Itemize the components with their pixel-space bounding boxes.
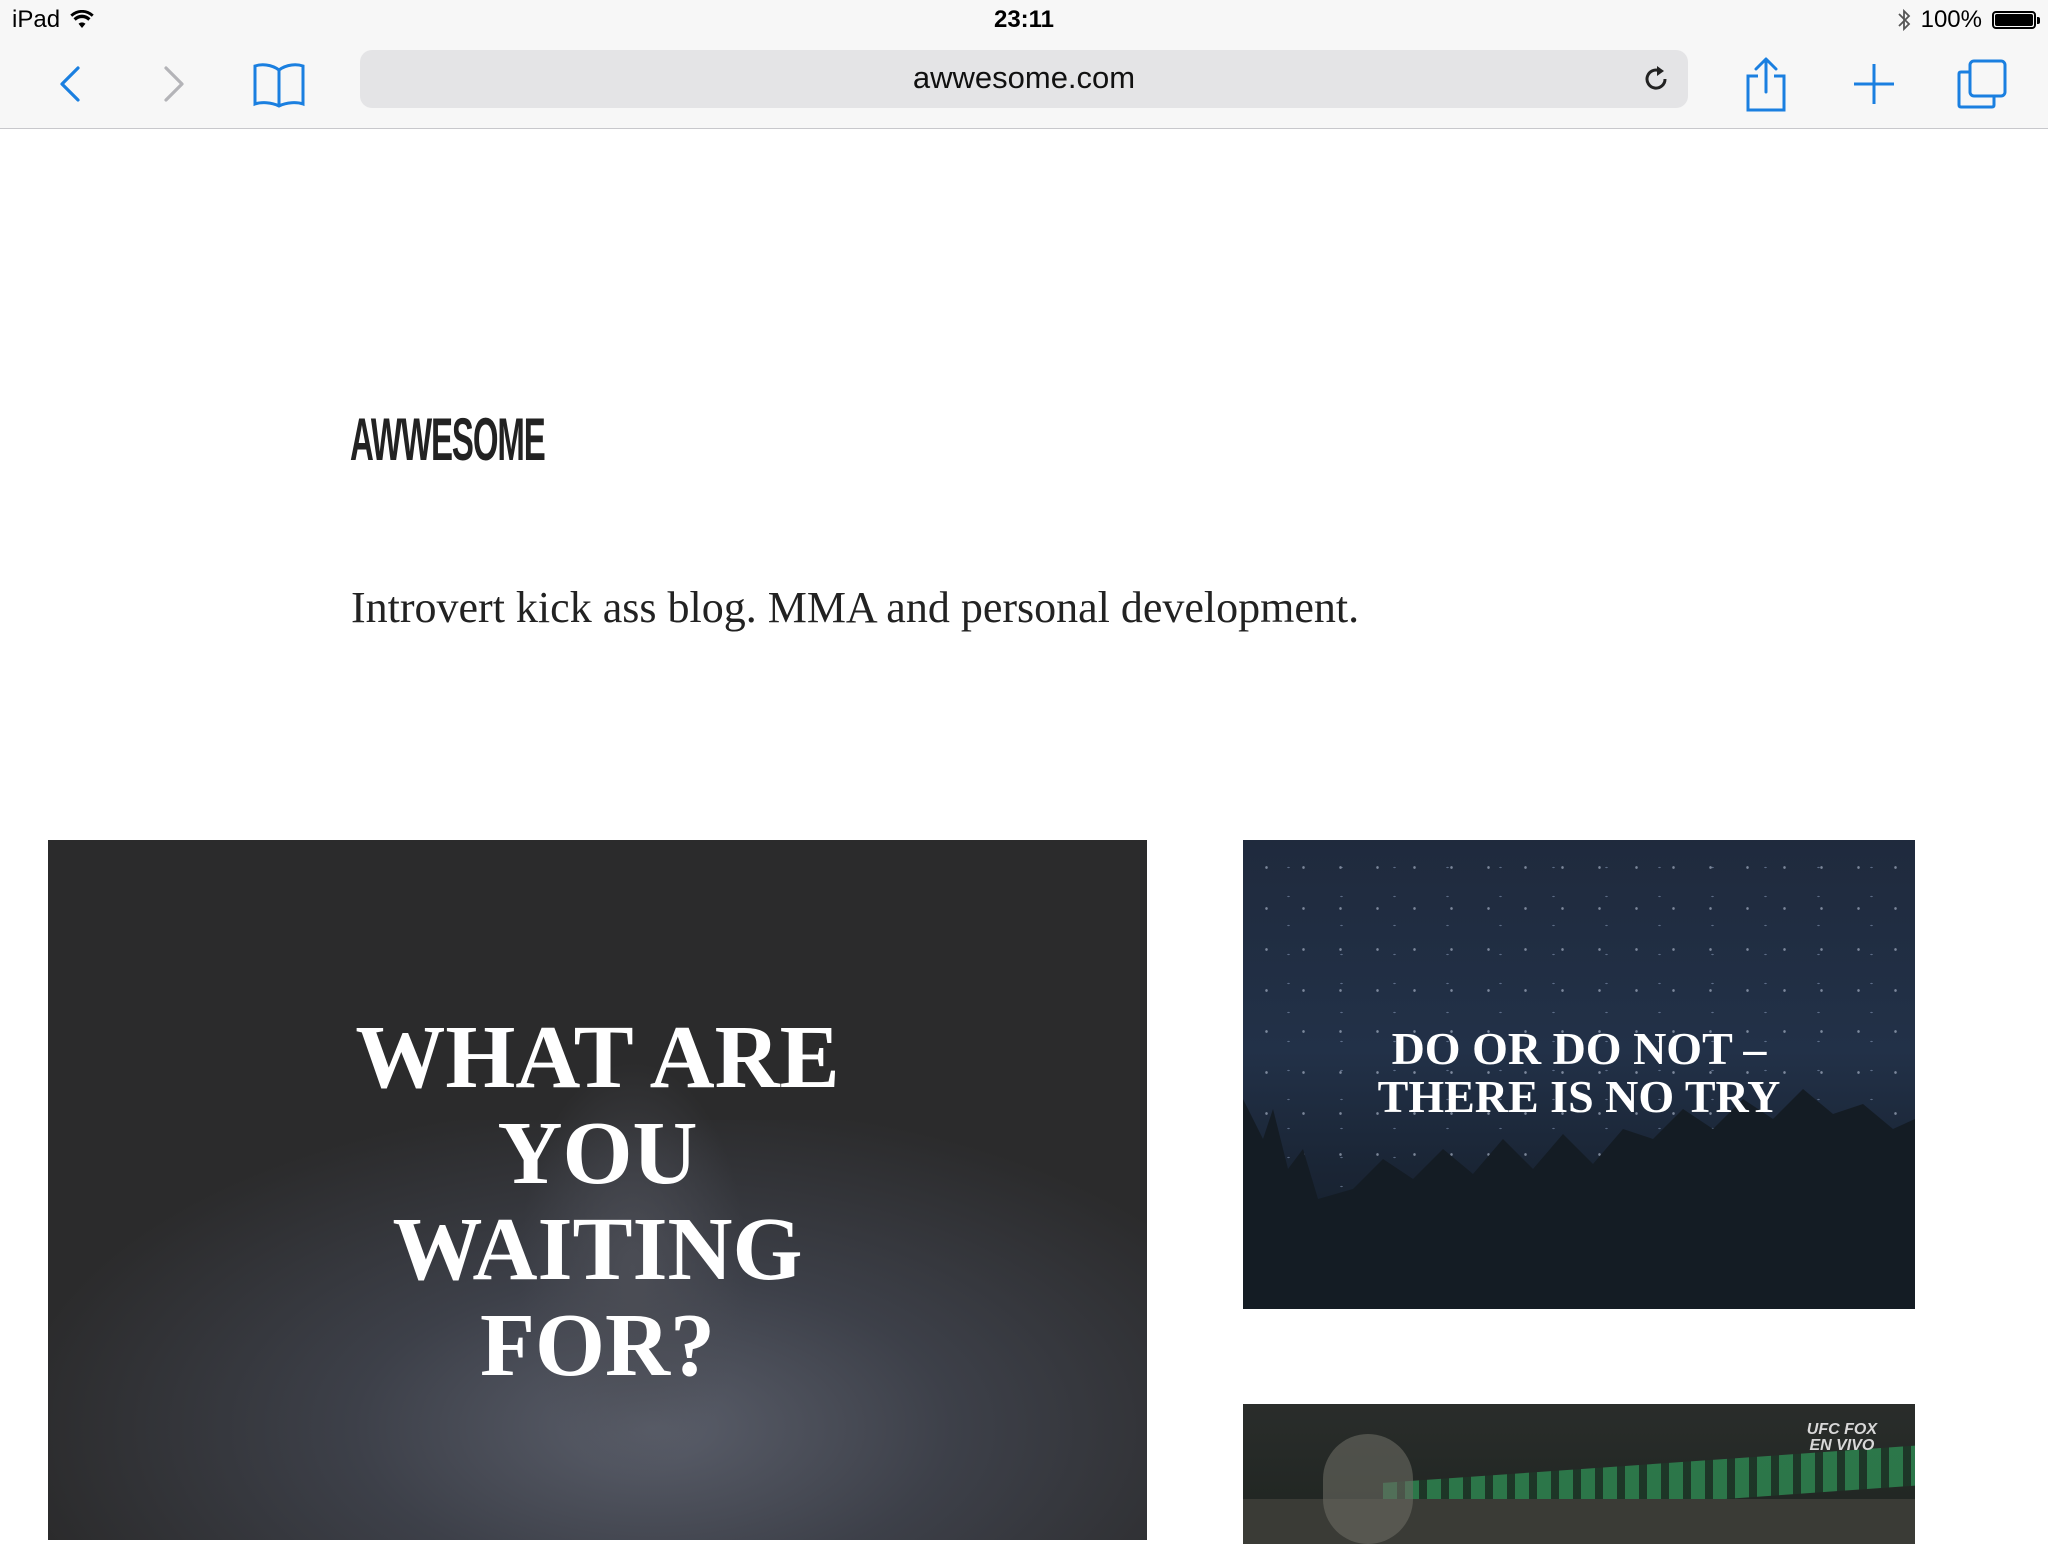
broadcast-logo-line: EN VIVO — [1809, 1437, 1875, 1454]
post-image-person — [1323, 1434, 1413, 1544]
tabs-icon — [1957, 59, 2007, 109]
tabs-button[interactable] — [1950, 52, 2014, 116]
new-tab-button[interactable] — [1842, 52, 1906, 116]
forward-button[interactable] — [142, 52, 206, 116]
bluetooth-icon — [1897, 8, 1910, 32]
battery-percent: 100% — [1920, 6, 1982, 33]
post-card-featured[interactable]: WHAT ARE YOU WAITING FOR? — [48, 840, 1147, 1540]
address-bar[interactable]: awwesome.com — [360, 50, 1688, 108]
url-text[interactable]: awwesome.com — [360, 60, 1688, 96]
new-tab-icon — [1854, 64, 1894, 104]
battery-icon — [1992, 11, 2040, 29]
post-title-line: WAITING — [392, 1200, 803, 1299]
post-card-quote[interactable]: DO OR DO NOT – THERE IS NO TRY — [1243, 840, 1915, 1309]
bookmarks-icon — [253, 63, 305, 108]
reload-icon[interactable] — [1640, 63, 1672, 95]
post-title-line: YOU — [497, 1104, 698, 1203]
broadcast-logo-line: UFC FOX — [1806, 1421, 1877, 1438]
status-bar: iPad 23:11 100% — [0, 0, 2048, 40]
post-card-ufc[interactable]: UFC FOX EN VIVO — [1243, 1404, 1915, 1544]
battery-level — [1995, 14, 2033, 26]
post-title-line: THERE IS NO TRY — [1377, 1071, 1781, 1122]
forward-icon — [164, 66, 184, 102]
clock: 23:11 — [993, 6, 1055, 33]
share-icon — [1746, 57, 1786, 112]
back-icon — [60, 66, 80, 102]
share-button[interactable] — [1734, 52, 1798, 116]
broadcast-logo: UFC FOX EN VIVO — [1807, 1422, 1877, 1454]
site-logo[interactable]: AWWESOME — [350, 405, 546, 474]
post-title-line: FOR? — [480, 1296, 715, 1395]
browser-toolbar: awwesome.com — [0, 40, 2048, 129]
back-button[interactable] — [38, 52, 102, 116]
post-title-line: DO OR DO NOT – — [1391, 1023, 1767, 1074]
post-title-line: WHAT ARE — [355, 1008, 840, 1107]
bookmarks-button[interactable] — [247, 52, 311, 116]
post-title[interactable]: DO OR DO NOT – THERE IS NO TRY — [1243, 1025, 1915, 1121]
post-title[interactable]: WHAT ARE YOU WAITING FOR? — [48, 1010, 1147, 1394]
site-tagline: Introvert kick ass blog. MMA and persona… — [351, 583, 1360, 632]
